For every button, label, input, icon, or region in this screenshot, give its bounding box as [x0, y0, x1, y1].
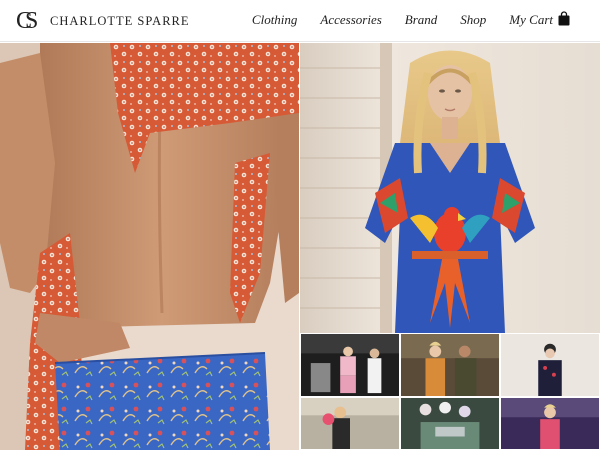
monogram-s: S: [25, 8, 39, 34]
nav-accessories[interactable]: Accessories: [320, 12, 381, 30]
monogram-logo: C S: [16, 8, 42, 34]
thumbnail-photo-5[interactable]: [400, 397, 500, 450]
brand-name: CHARLOTTE SPARRE: [50, 13, 190, 28]
thumbnail-photo-2[interactable]: [400, 333, 500, 397]
nav-shop[interactable]: Shop: [460, 12, 486, 30]
shopping-bag-icon: [558, 11, 570, 30]
thumbnail-photo-3[interactable]: [500, 333, 600, 397]
hero-image-parrot-dress[interactable]: [300, 43, 600, 333]
thumbnail-grid: [300, 333, 600, 450]
thumbnail-photo-6[interactable]: [500, 397, 600, 450]
site-header: C S CHARLOTTE SPARRE Clothing Accessorie…: [0, 0, 600, 42]
my-cart-link[interactable]: My Cart: [509, 11, 570, 30]
thumbnail-photo-1[interactable]: [300, 333, 400, 397]
main-nav: Clothing Accessories Brand Shop My Cart: [229, 11, 570, 30]
nav-clothing[interactable]: Clothing: [252, 12, 298, 30]
brand-logo[interactable]: C S CHARLOTTE SPARRE: [16, 8, 190, 34]
nav-brand[interactable]: Brand: [405, 12, 438, 30]
hero-image-back-view[interactable]: [0, 43, 299, 450]
thumbnail-photo-4[interactable]: [300, 397, 400, 450]
cart-label: My Cart: [509, 12, 553, 27]
